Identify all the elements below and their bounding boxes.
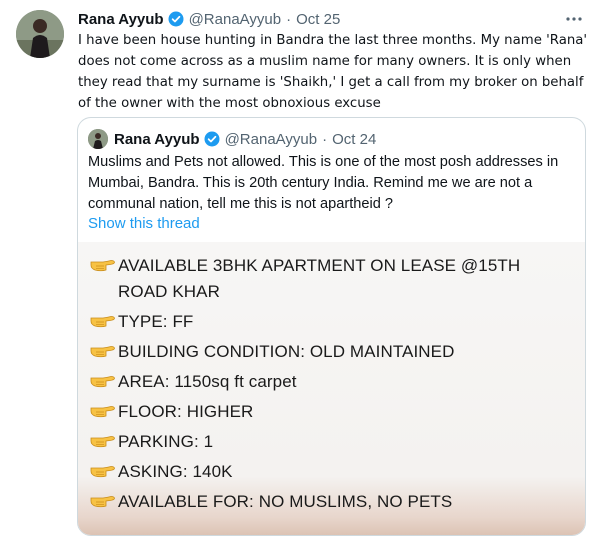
image-line-text: FLOOR: HIGHER (118, 402, 254, 421)
pointing-hand-emoji-icon (90, 256, 116, 272)
quoted-tweet-text: Muslims and Pets not allowed. This is on… (88, 154, 559, 212)
image-line: ROAD KHAR (118, 279, 220, 305)
image-line-text: PARKING: 1 (118, 432, 214, 451)
separator-dot: · (322, 130, 328, 148)
image-line: AREA: 1150sq ft carpet (90, 369, 297, 395)
image-line: BUILDING CONDITION: OLD MAINTAINED (90, 339, 455, 365)
image-line: AVAILABLE FOR: NO MUSLIMS, NO PETS (90, 489, 452, 515)
image-line-text: AVAILABLE 3BHK APARTMENT ON LEASE @15TH (118, 256, 521, 275)
image-line-text: BUILDING CONDITION: OLD MAINTAINED (118, 342, 455, 361)
pointing-hand-emoji-icon (90, 492, 116, 508)
quoted-avatar (88, 129, 108, 149)
avatar[interactable] (16, 10, 64, 58)
quoted-tweet-date: Oct 24 (332, 130, 377, 148)
image-line: FLOOR: HIGHER (90, 399, 253, 425)
pointing-hand-emoji-icon (90, 372, 116, 388)
image-line-text: ASKING: 140K (118, 462, 233, 481)
author-name[interactable]: Rana Ayyub (78, 11, 164, 28)
pointing-hand-emoji-icon (90, 342, 116, 358)
pointing-hand-emoji-icon (90, 432, 116, 448)
separator-dot: · (286, 10, 292, 28)
verified-badge-icon (203, 130, 221, 148)
tweet-date[interactable]: Oct 25 (296, 11, 340, 28)
tweet-text: I have been house hunting in Bandra the … (78, 33, 588, 111)
quoted-tweet-header: Rana Ayyub @RanaAyyub · Oct 24 (88, 128, 376, 150)
author-handle[interactable]: @RanaAyyub (189, 11, 282, 28)
pointing-hand-emoji-icon (90, 462, 116, 478)
image-line-text: AVAILABLE FOR: NO MUSLIMS, NO PETS (118, 492, 453, 511)
tweet-header: Rana Ayyub @RanaAyyub · Oct 25 (78, 9, 584, 29)
quoted-author-name: Rana Ayyub (114, 130, 200, 148)
image-line: TYPE: FF (90, 309, 193, 335)
pointing-hand-emoji-icon (90, 402, 116, 418)
quoted-tweet-image[interactable]: AVAILABLE 3BHK APARTMENT ON LEASE @15TH … (78, 242, 585, 535)
quoted-tweet[interactable]: Rana Ayyub @RanaAyyub · Oct 24 Muslims a… (77, 117, 586, 536)
image-line: ASKING: 140K (90, 459, 233, 485)
image-line-text: ROAD KHAR (118, 282, 220, 301)
quoted-author-handle: @RanaAyyub (224, 130, 318, 148)
image-line-text: TYPE: FF (118, 312, 194, 331)
image-line: AVAILABLE 3BHK APARTMENT ON LEASE @15TH (90, 253, 520, 279)
show-thread-link[interactable]: Show this thread (88, 215, 200, 232)
pointing-hand-emoji-icon (90, 312, 116, 328)
image-line: PARKING: 1 (90, 429, 213, 455)
verified-badge-icon (167, 10, 185, 28)
more-options-icon[interactable] (564, 9, 584, 29)
tweet[interactable]: Rana Ayyub @RanaAyyub · Oct 25 I have be… (0, 0, 604, 546)
image-line-text: AREA: 1150sq ft carpet (118, 372, 297, 391)
